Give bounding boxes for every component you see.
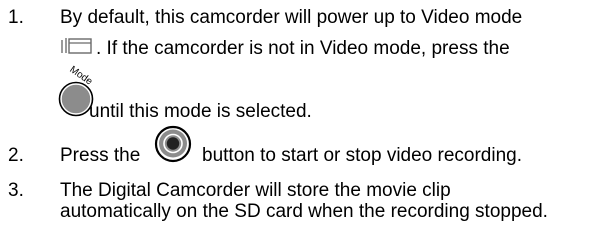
- step-text: The Digital Camcorder will store the mov…: [60, 180, 451, 201]
- step-text: button to start or stop video recording.: [202, 145, 523, 166]
- step-text: . If the camcorder is not in Video mode,…: [96, 38, 510, 59]
- step-text: Press the: [60, 145, 141, 166]
- step-text: automatically on the SD card when the re…: [60, 201, 548, 222]
- step-text: until this mode is selected.: [89, 101, 312, 122]
- step-number: 1.: [8, 7, 24, 28]
- record-button-icon: [152, 125, 194, 167]
- step-text: By default, this camcorder will power up…: [60, 7, 523, 28]
- step-number: 3.: [8, 180, 24, 201]
- video-mode-icon: [60, 36, 94, 54]
- step-number: 2.: [8, 145, 24, 166]
